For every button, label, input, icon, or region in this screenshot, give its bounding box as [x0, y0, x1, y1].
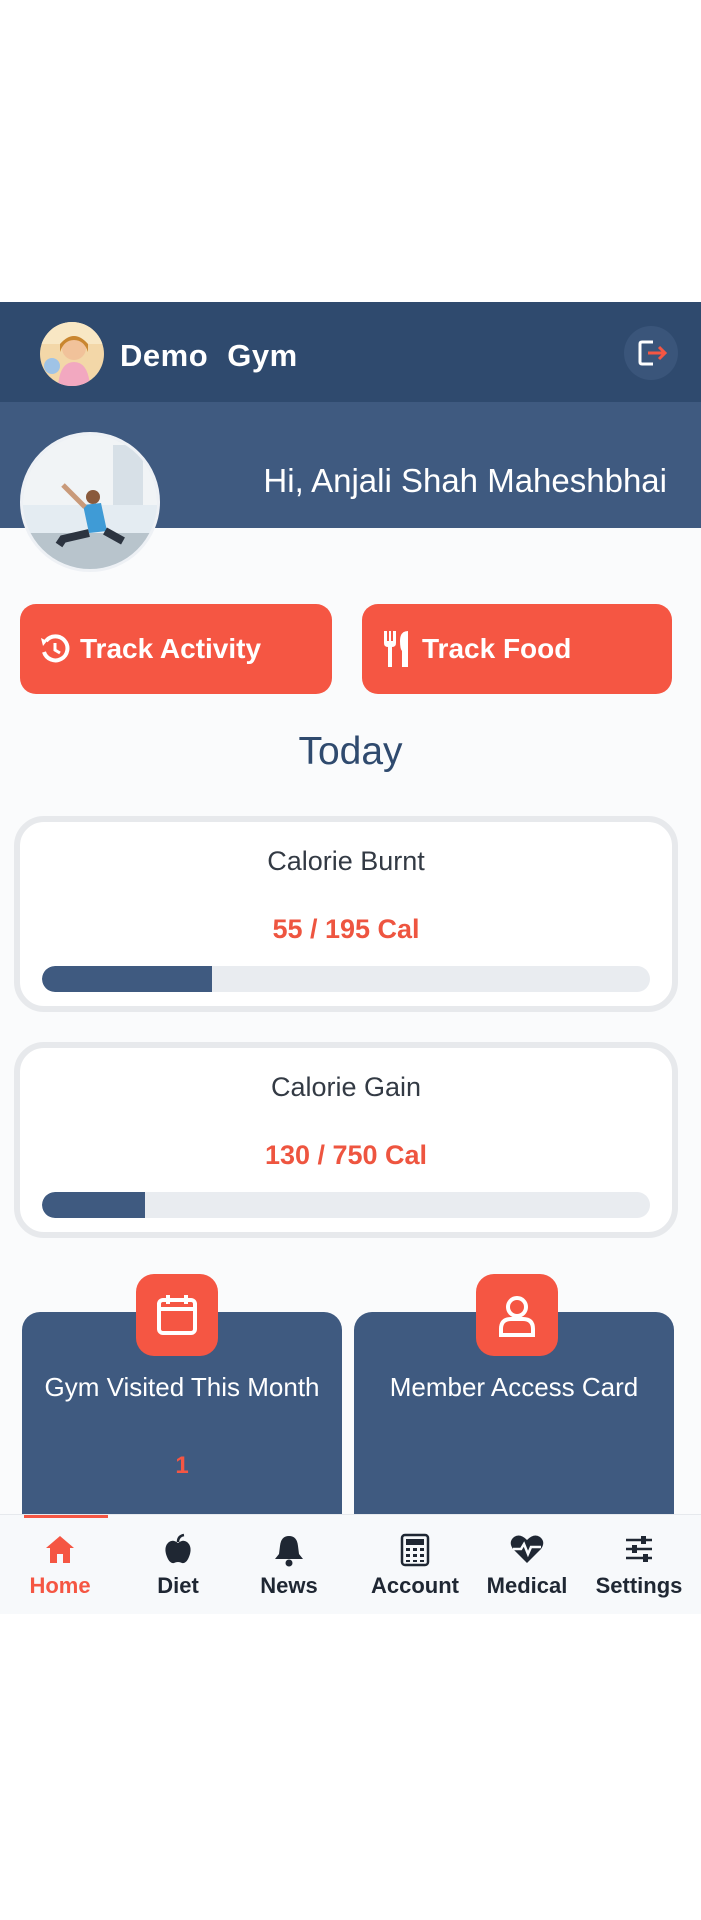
progress-bar [42, 966, 650, 992]
tile-label: Gym Visited This Month [44, 1372, 320, 1402]
gym-logo [40, 322, 104, 386]
today-heading: Today [298, 730, 403, 773]
nav-label: Settings [595, 1573, 683, 1598]
utensils-icon [380, 629, 414, 669]
top-bar: Demo Gym [0, 302, 701, 402]
nav-diet[interactable]: Diet [123, 1515, 233, 1614]
home-icon [5, 1533, 115, 1567]
sliders-icon [584, 1533, 694, 1567]
nav-label: News [260, 1573, 318, 1598]
calendar-icon [136, 1274, 218, 1356]
track-food-button[interactable]: Track Food [362, 604, 672, 694]
nav-medical[interactable]: Medical [472, 1515, 582, 1614]
nav-account[interactable]: Account [360, 1515, 470, 1614]
nav-label: Home [29, 1573, 91, 1598]
progress-fill [42, 966, 213, 992]
tile-label: Member Access Card [389, 1372, 639, 1402]
track-activity-button[interactable]: Track Activity [20, 604, 332, 694]
nav-label: Diet [157, 1573, 199, 1598]
greeting-text: Hi, Anjali Shah Maheshbhai [263, 462, 667, 499]
progress-fill [42, 1192, 146, 1218]
logout-button[interactable] [624, 326, 678, 380]
nav-home[interactable]: Home [5, 1515, 115, 1614]
track-activity-label: Track Activity [80, 633, 262, 664]
nav-label: Medical [486, 1573, 568, 1598]
calorie-gain-card: Calorie Gain 130 / 750 Cal [14, 1042, 678, 1238]
progress-bar [42, 1192, 650, 1218]
logout-icon [638, 340, 668, 366]
app-screen: Demo Gym Hi, Anjali Shah Maheshbhai Trac… [0, 302, 701, 1614]
heartbeat-icon [472, 1533, 582, 1567]
bottom-navigation: Home Diet News Account Medical Settings [0, 1514, 701, 1614]
visit-count: 1 [175, 1452, 189, 1479]
gym-name: Demo Gym [120, 338, 298, 373]
profile-avatar[interactable] [20, 432, 160, 572]
card-title: Calorie Burnt [267, 846, 425, 876]
nav-settings[interactable]: Settings [584, 1515, 694, 1614]
card-value: 55 / 195 Cal [272, 914, 420, 944]
stopwatch-icon [38, 632, 72, 666]
apple-icon [123, 1533, 233, 1567]
user-icon [476, 1274, 558, 1356]
card-value: 130 / 750 Cal [264, 1140, 428, 1170]
bell-icon [234, 1533, 344, 1567]
nav-news[interactable]: News [234, 1515, 344, 1614]
calorie-burnt-card: Calorie Burnt 55 / 195 Cal [14, 816, 678, 1012]
card-title: Calorie Gain [270, 1072, 422, 1102]
calculator-icon [360, 1533, 470, 1567]
track-food-label: Track Food [422, 633, 572, 664]
nav-label: Account [371, 1573, 459, 1598]
